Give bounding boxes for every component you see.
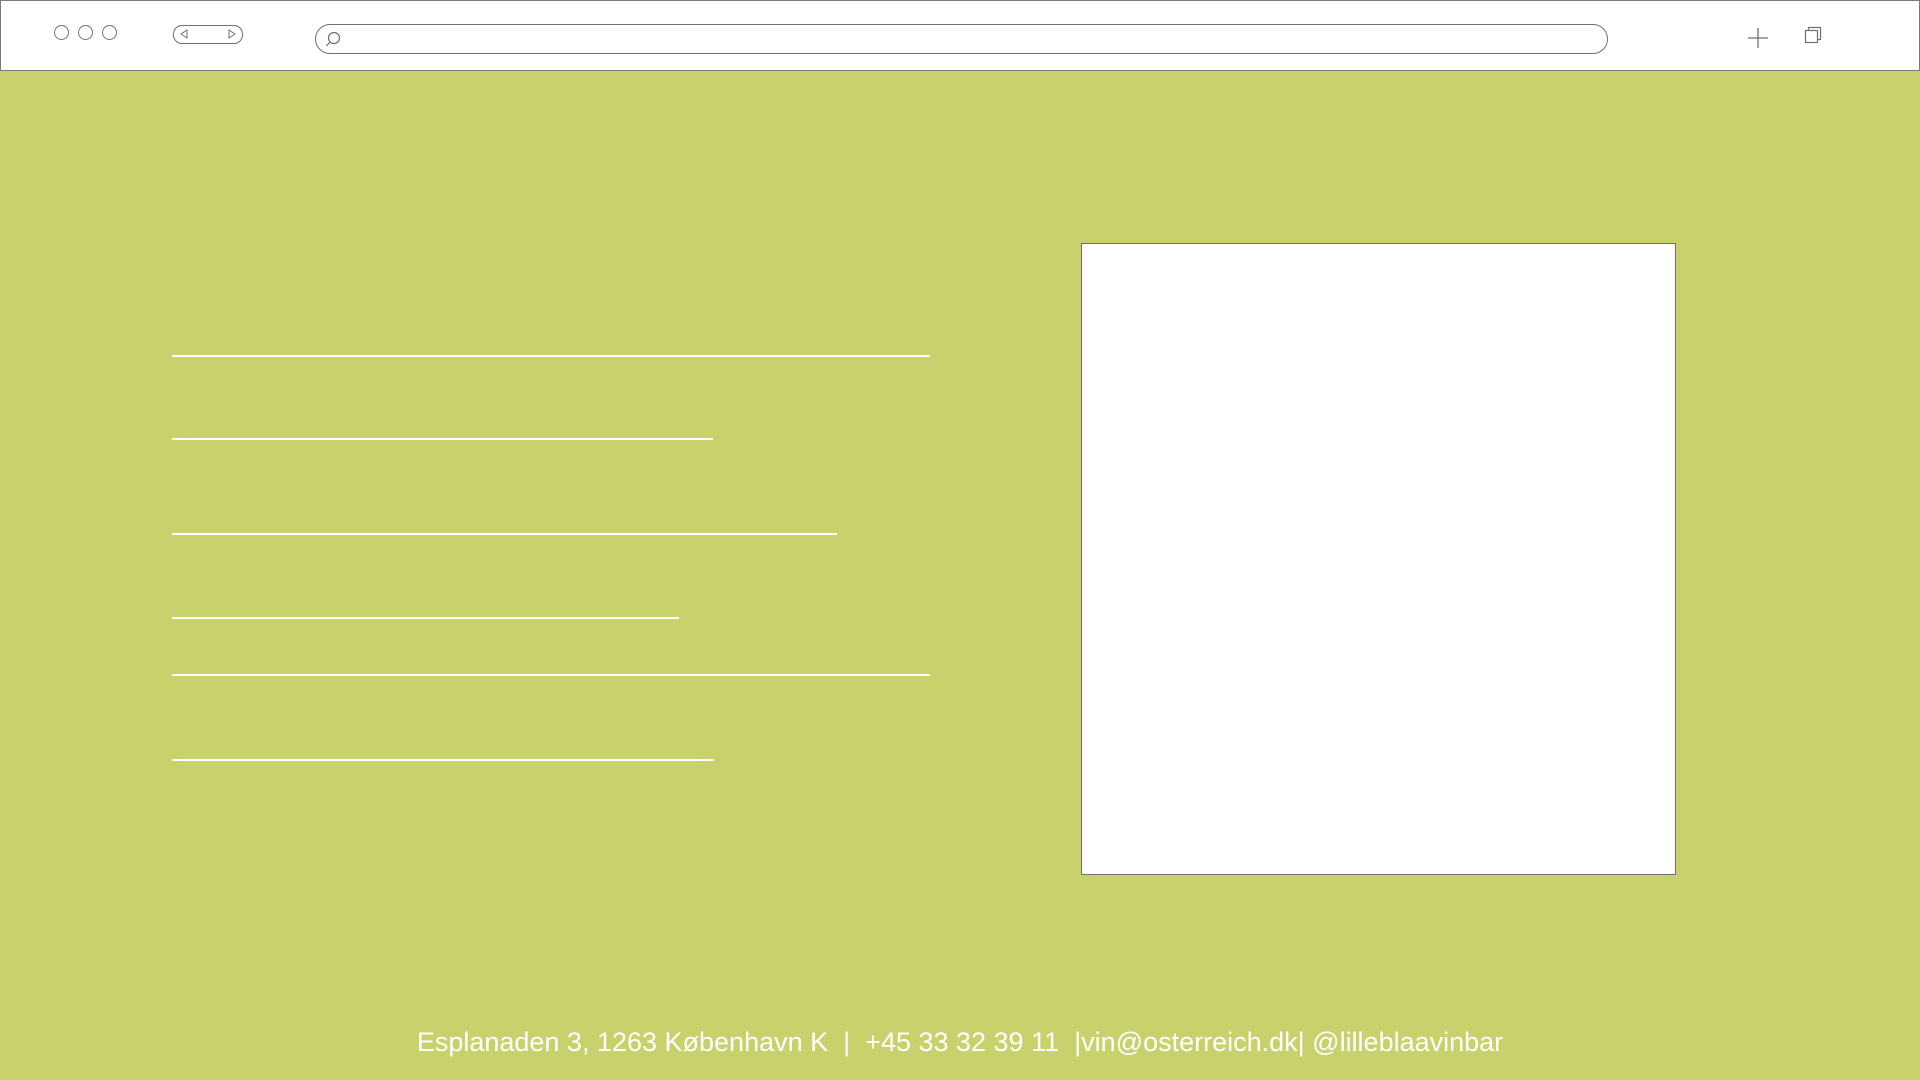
footer-separator: | — [1297, 1027, 1313, 1057]
text-placeholder-line — [172, 674, 930, 676]
forward-arrow-icon[interactable] — [227, 29, 237, 39]
search-icon — [326, 31, 341, 47]
text-placeholder-line — [172, 759, 714, 761]
footer-email[interactable]: vin@osterreich.dk — [1081, 1027, 1298, 1057]
footer-contact: Esplanaden 3, 1263 København K | +45 33 … — [0, 1022, 1920, 1062]
window-minimize-button[interactable] — [78, 25, 93, 40]
back-arrow-icon[interactable] — [179, 29, 189, 39]
footer-social-handle[interactable]: @lilleblaavinbar — [1312, 1027, 1503, 1057]
footer-separator: | — [1059, 1027, 1082, 1057]
footer-phone[interactable]: +45 33 32 39 11 — [865, 1027, 1059, 1057]
footer-address: Esplanaden 3, 1263 København K — [416, 1027, 829, 1057]
plus-icon[interactable] — [1747, 27, 1769, 49]
address-bar[interactable] — [315, 24, 1608, 54]
text-placeholder-line — [172, 533, 837, 535]
image-placeholder — [1081, 243, 1676, 875]
footer-separator: | — [828, 1027, 866, 1057]
text-placeholder-line — [172, 355, 930, 357]
back-forward-control — [173, 25, 243, 44]
browser-toolbar — [0, 0, 1920, 71]
window-zoom-button[interactable] — [102, 25, 117, 40]
text-placeholder-line — [172, 617, 679, 619]
tabs-icon[interactable] — [1804, 26, 1822, 44]
text-placeholder-line — [172, 438, 713, 440]
window-close-button[interactable] — [54, 25, 69, 40]
